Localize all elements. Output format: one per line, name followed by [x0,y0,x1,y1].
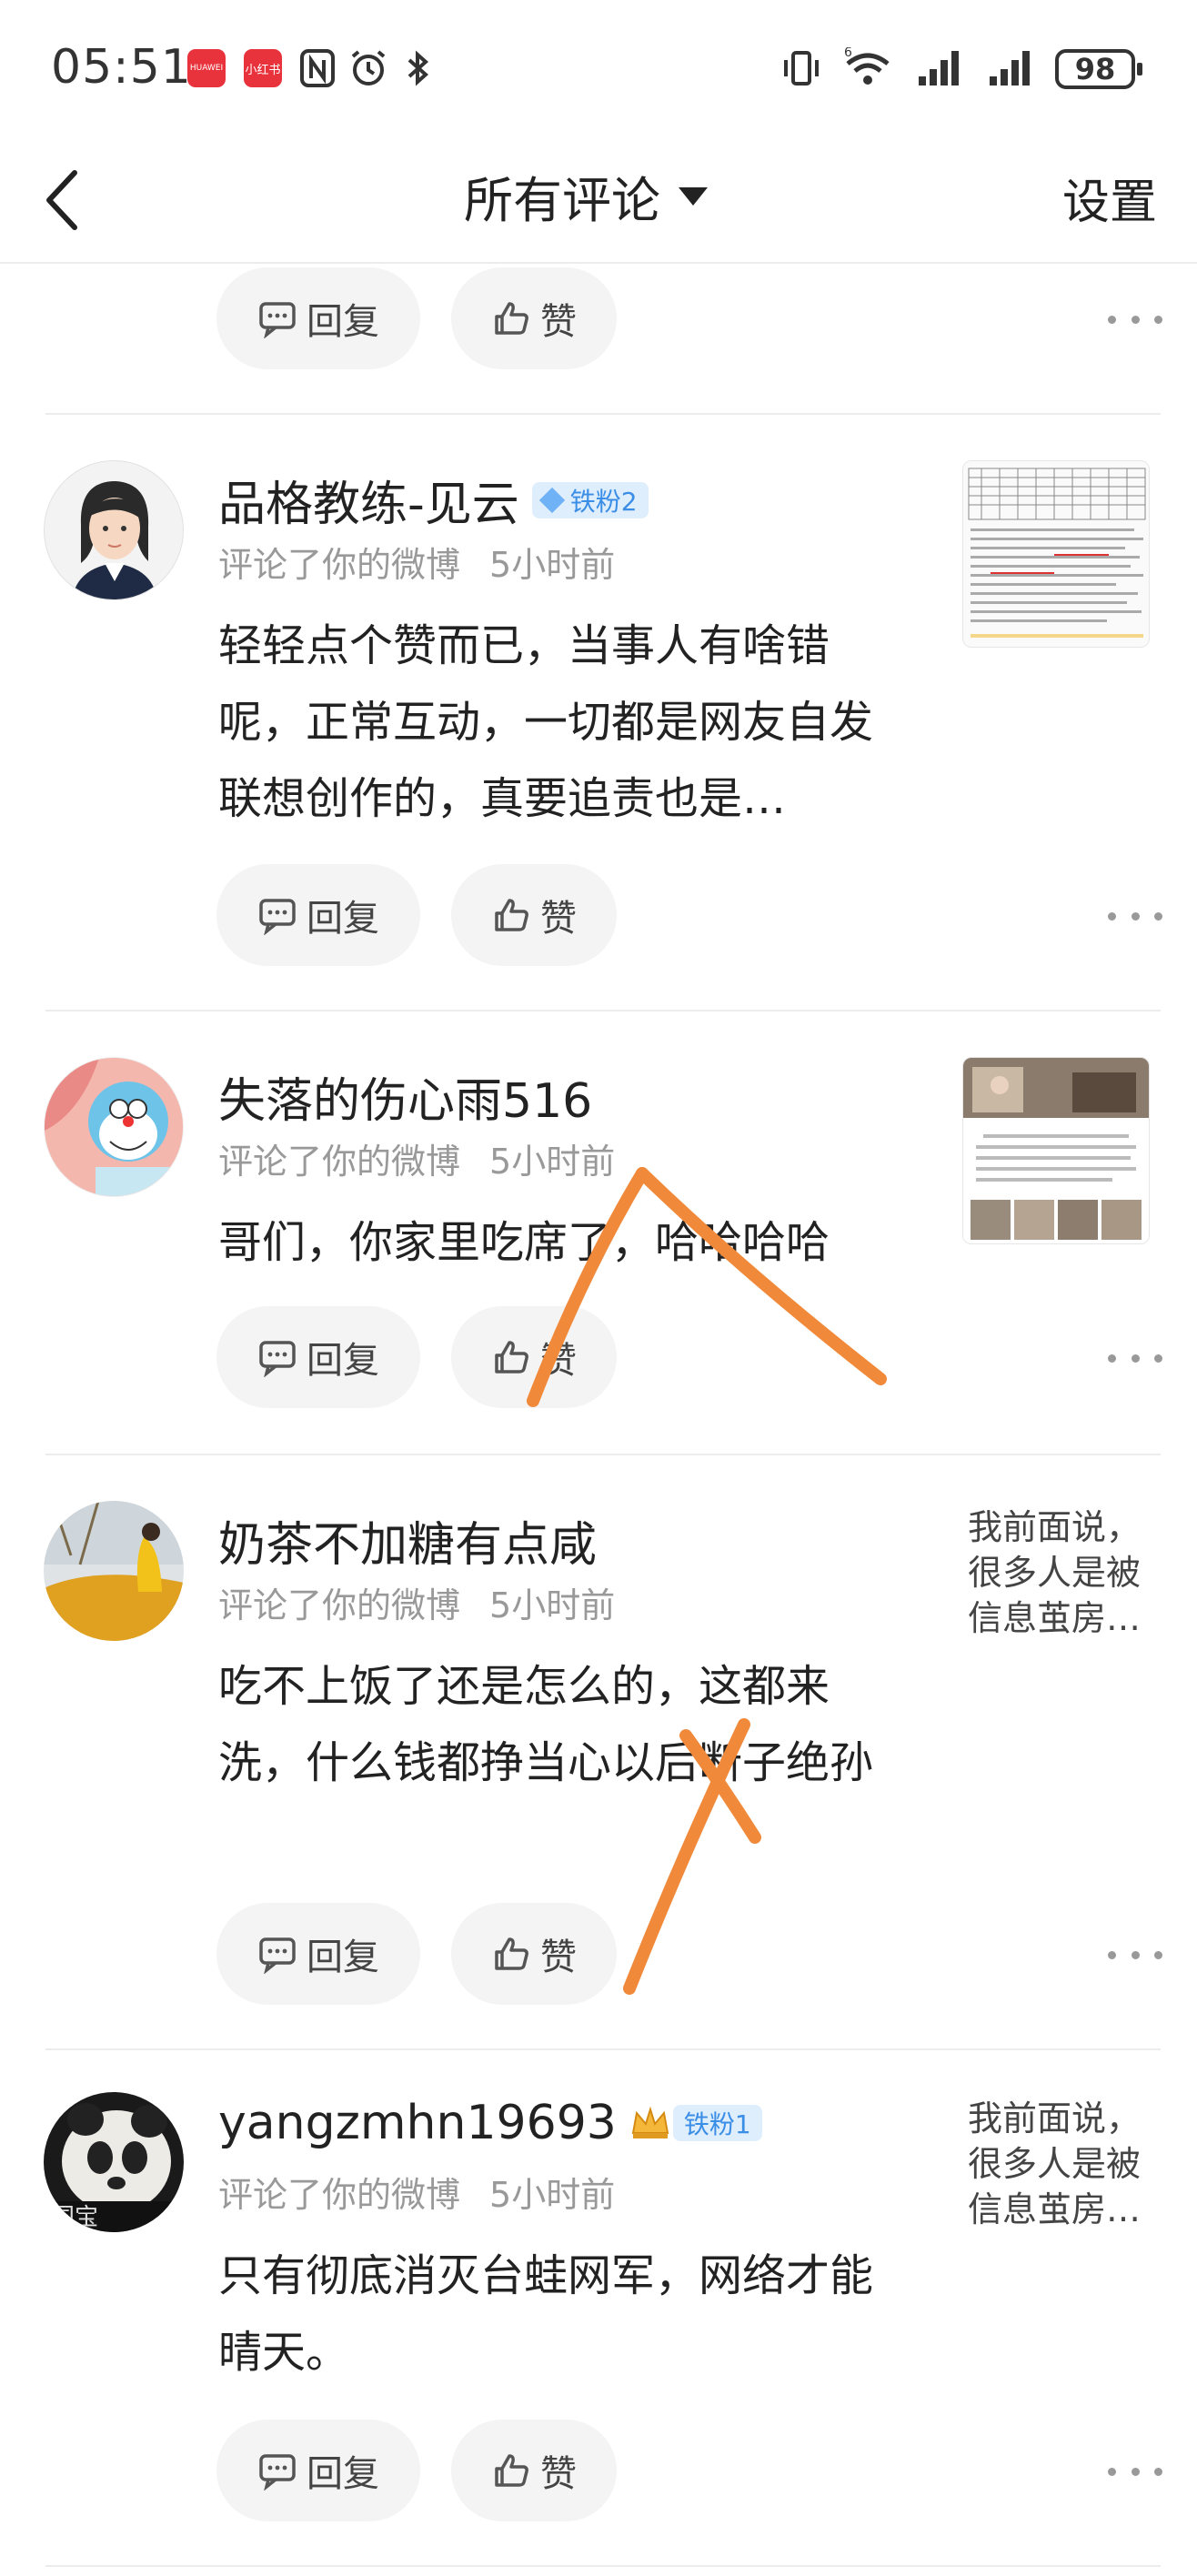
page-title: 所有评论 [464,172,660,229]
huawei-app-icon: HUAWEI [187,49,226,87]
fan-badge: 铁粉2 [531,481,649,518]
like-label: 赞 [540,898,577,940]
username[interactable]: 失落的伤心雨516 [218,1062,592,1131]
reply-icon [259,899,296,935]
avatar[interactable]: 国宝 [44,2092,184,2232]
post-preview-thumbnail[interactable] [962,460,1150,648]
avatar[interactable] [44,460,184,600]
comment-meta: 评论了你的微博 5小时前 [218,545,616,585]
battery-indicator: 98 [1055,49,1142,89]
avatar[interactable] [44,1057,184,1197]
svg-text:国宝: 国宝 [51,2204,98,2231]
like-label: 赞 [540,301,577,343]
comment-filter-dropdown[interactable]: 所有评论 [464,160,708,232]
more-options-button[interactable] [1108,2458,1162,2485]
reply-icon [259,1937,296,1974]
like-label: 赞 [540,2453,577,2495]
like-button[interactable]: 赞 [451,864,617,966]
comment-text[interactable]: 只有彻底消灭台蛙网军，网络才能晴天。 [218,2238,900,2390]
more-options-button[interactable] [1108,902,1162,930]
like-label: 赞 [540,1937,577,1978]
comment-meta: 评论了你的微博 5小时前 [218,1585,616,1625]
status-time: 05:51 [51,40,192,95]
like-label: 赞 [540,1340,577,1382]
reply-button[interactable]: 回复 [216,1306,420,1408]
alarm-icon [351,50,386,86]
comment-item: 失落的伤心雨516 评论了你的微博 5小时前 哥们，你家里吃席了，哈哈哈哈 回复 … [0,1011,1197,1454]
reply-label: 回复 [307,2453,379,2495]
reply-icon [259,2454,296,2490]
diamond-icon [538,487,565,513]
more-options-button[interactable] [1108,306,1162,333]
reply-label: 回复 [307,1340,379,1382]
avatar[interactable] [44,1501,184,1641]
comment-actions: 回复 赞 [216,267,1162,369]
status-bar: 05:51 HUAWEI 小红书 6 98 [0,0,1197,136]
fan-badge: 铁粉1 [672,2105,762,2141]
reply-button[interactable]: 回复 [216,267,420,369]
comment-actions: 回复 赞 [216,1306,1162,1408]
post-preview-text[interactable]: 我前面说， 很多人是被 信息茧房… [968,2096,1168,2232]
xiaohongshu-app-icon: 小红书 [244,49,282,87]
back-icon[interactable] [36,164,91,236]
reply-icon [259,1341,296,1377]
thumbs-up-icon [495,302,528,335]
like-button[interactable]: 赞 [451,2420,617,2521]
comment-text[interactable]: 轻轻点个赞而已，当事人有啥错呢，正常互动，一切都是网友自发联想创作的，真要追责也… [218,608,900,837]
comment-item: 奶茶不加糖有点咸 评论了你的微博 5小时前 吃不上饭了还是怎么的，这都来洗，什么钱… [0,1455,1197,2050]
username[interactable]: yangzmhn19693 铁粉1 [218,2096,762,2150]
more-options-button[interactable] [1108,1941,1162,1968]
bluetooth-icon [407,50,429,86]
reply-button[interactable]: 回复 [216,864,420,966]
thumbs-up-icon [495,1937,528,1970]
divider [45,2565,1161,2567]
chevron-down-icon [679,186,708,206]
signal-icon-2 [990,51,1030,86]
settings-button[interactable]: 设置 [1062,164,1157,232]
reply-icon [259,302,296,338]
comment-actions: 回复 赞 [216,1903,1162,2005]
thumbs-up-icon [495,2454,528,2487]
reply-label: 回复 [307,898,379,940]
like-button[interactable]: 赞 [451,1306,617,1408]
reply-label: 回复 [307,301,379,343]
post-preview-text[interactable]: 我前面说， 很多人是被 信息茧房… [968,1504,1168,1641]
svg-text:6: 6 [844,47,852,60]
comment-actions: 回复 赞 [216,2420,1162,2521]
signal-icon-1 [919,51,959,86]
reply-button[interactable]: 回复 [216,1903,420,2005]
like-button[interactable]: 赞 [451,1903,617,2005]
comment-text[interactable]: 哥们，你家里吃席了，哈哈哈哈 [218,1204,900,1281]
crown-icon [631,2106,669,2138]
thumbs-up-icon [495,899,528,931]
reply-label: 回复 [307,1937,379,1978]
nav-bar: 所有评论 设置 [0,136,1197,264]
nfc-icon [300,49,335,87]
comment-meta: 评论了你的微博 5小时前 [218,1142,616,1182]
thumbs-up-icon [495,1341,528,1374]
post-preview-thumbnail[interactable] [962,1057,1150,1244]
more-options-button[interactable] [1108,1344,1162,1372]
username[interactable]: 品格教练-见云 铁粉2 [218,466,649,534]
reply-button[interactable]: 回复 [216,2420,420,2521]
wifi-icon: 6 [844,47,890,85]
comment-item: 国宝 yangzmhn19693 铁粉1 评论了你的微博 5小时前 只有彻底消灭台… [0,2050,1197,2569]
comment-actions: 回复 赞 [216,864,1162,966]
comment-item: 品格教练-见云 铁粉2 评论了你的微博 5小时前 轻轻点个赞而已，当事人有啥错呢，… [0,415,1197,1010]
like-button[interactable]: 赞 [451,267,617,369]
vibrate-icon [784,51,819,86]
username[interactable]: 奶茶不加糖有点咸 [218,1506,597,1575]
comment-meta: 评论了你的微博 5小时前 [218,2175,616,2215]
comment-text[interactable]: 吃不上饭了还是怎么的，这都来洗，什么钱都挣当心以后断子绝孙 [218,1648,900,1801]
